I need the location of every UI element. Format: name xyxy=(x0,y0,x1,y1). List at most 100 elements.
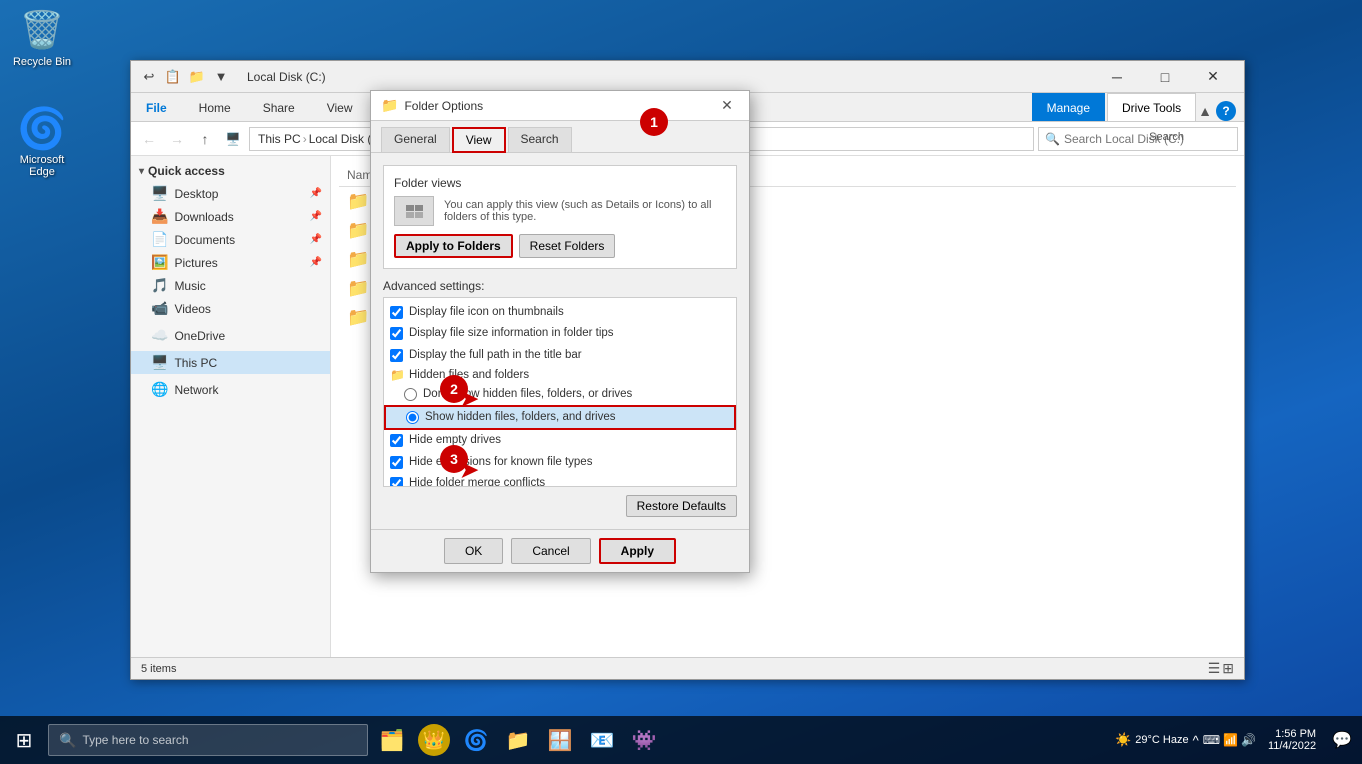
maximize-button[interactable]: □ xyxy=(1142,61,1188,93)
ribbon-collapse[interactable]: ▲ xyxy=(1198,103,1212,119)
sidebar-item-network[interactable]: 🌐 Network xyxy=(131,378,330,401)
taskbar-wifi-icon[interactable]: 📶 xyxy=(1223,733,1238,747)
tab-manage[interactable]: Manage xyxy=(1032,93,1105,121)
taskbar-network-icon[interactable]: ^ xyxy=(1193,733,1199,748)
ribbon-help[interactable]: ? xyxy=(1216,101,1236,121)
tab-view[interactable]: View xyxy=(312,93,368,121)
sidebar-item-pictures[interactable]: 🖼️ Pictures 📌 xyxy=(131,251,330,274)
taskbar-notification-icon[interactable]: 💬 xyxy=(1328,730,1356,750)
folder-icon-perflogs: 📁 xyxy=(347,307,369,328)
cancel-button[interactable]: Cancel xyxy=(511,538,590,564)
restore-defaults-button[interactable]: Restore Defaults xyxy=(626,495,737,517)
dialog-tab-view[interactable]: View xyxy=(452,127,506,153)
sidebar-item-music[interactable]: 🎵 Music xyxy=(131,274,330,297)
qat-folder[interactable]: 📁 xyxy=(187,67,207,87)
taskbar-icon-store[interactable]: 🪟 xyxy=(540,716,580,764)
tab-drive-tools[interactable]: Drive Tools xyxy=(1107,93,1196,121)
sidebar-item-onedrive[interactable]: ☁️ OneDrive xyxy=(131,324,330,347)
folder-icon-users: 📁 xyxy=(347,220,369,241)
sidebar-section-quickaccess: ▾ Quick access 🖥️ Desktop 📌 📥 Downloads … xyxy=(131,160,330,320)
details-view-btn[interactable]: ☰ xyxy=(1208,660,1221,677)
back-button[interactable]: ← xyxy=(137,127,161,151)
sidebar-item-downloads-label: Downloads xyxy=(174,210,233,224)
folder-options-dialog: 📁 Folder Options ✕ General View Search F… xyxy=(370,90,750,573)
checkbox-display-size[interactable] xyxy=(390,327,403,340)
minimize-button[interactable]: ─ xyxy=(1094,61,1140,93)
settings-list: Display file icon on thumbnails Display … xyxy=(383,297,737,487)
path-segment-thispc: This PC xyxy=(258,132,301,146)
taskbar-weather-icon: ☀️ xyxy=(1115,732,1131,748)
large-icons-view-btn[interactable]: ⊞ xyxy=(1222,660,1234,677)
recycle-bin-icon[interactable]: 🗑️ Recycle Bin xyxy=(2,2,82,72)
sidebar-item-onedrive-label: OneDrive xyxy=(174,329,225,343)
sidebar-item-documents-label: Documents xyxy=(174,233,235,247)
qat-properties[interactable]: 📋 xyxy=(163,67,183,87)
dialog-title: Folder Options xyxy=(404,99,715,113)
taskbar-weather-text: 29°C Haze xyxy=(1135,734,1188,746)
taskbar-right: ☀️ 29°C Haze ^ ⌨ 📶 🔊 1:56 PM 11/4/2022 💬 xyxy=(1115,728,1362,752)
network-icon: 🌐 xyxy=(151,381,168,398)
start-button[interactable]: ⊞ xyxy=(0,716,48,764)
sidebar-section-onedrive: ☁️ OneDrive xyxy=(131,324,330,347)
sidebar-item-documents[interactable]: 📄 Documents 📌 xyxy=(131,228,330,251)
sidebar-item-thispc[interactable]: 🖥️ This PC xyxy=(131,351,330,374)
sidebar-item-thispc-label: This PC xyxy=(174,356,217,370)
taskbar-search-icon: 🔍 xyxy=(59,732,76,749)
settings-item-show-hidden: Show hidden files, folders, and drives xyxy=(384,405,736,430)
checkbox-hide-merge[interactable] xyxy=(390,477,403,487)
settings-item-dont-show-hidden: Don't show hidden files, folders, or dri… xyxy=(384,384,736,405)
sidebar-item-videos[interactable]: 📹 Videos xyxy=(131,297,330,320)
settings-item-display-icon: Display file icon on thumbnails xyxy=(384,302,736,323)
apply-to-folders-button[interactable]: Apply to Folders xyxy=(394,234,513,258)
qat-back[interactable]: ↩ xyxy=(139,67,159,87)
close-button[interactable]: ✕ xyxy=(1190,61,1236,93)
view-buttons: ☰ ⊞ xyxy=(1208,660,1234,677)
taskbar-search-box[interactable]: 🔍 Type here to search xyxy=(48,724,368,756)
sidebar-item-network-label: Network xyxy=(174,383,218,397)
checkbox-hide-extensions[interactable] xyxy=(390,456,403,469)
window-title: Local Disk (C:) xyxy=(247,70,1094,84)
tab-home[interactable]: Home xyxy=(184,93,246,121)
reset-folders-button[interactable]: Reset Folders xyxy=(519,234,616,258)
desktop: 🗑️ Recycle Bin 🌀 Microsoft Edge ↩ 📋 📁 ▼ … xyxy=(0,0,1362,764)
search-box[interactable]: 🔍 xyxy=(1038,127,1238,151)
folder-icon-pfx86: 📁 xyxy=(347,249,369,270)
taskbar-icon-mail[interactable]: 📧 xyxy=(582,716,622,764)
sidebar-item-desktop[interactable]: 🖥️ Desktop 📌 xyxy=(131,182,330,205)
sidebar-header-quickaccess[interactable]: ▾ Quick access xyxy=(131,160,330,182)
checkbox-display-path[interactable] xyxy=(390,349,403,362)
radio-dont-show-hidden[interactable] xyxy=(404,388,417,401)
ok-button[interactable]: OK xyxy=(444,538,503,564)
forward-button[interactable]: → xyxy=(165,127,189,151)
taskbar-keyboard-icon: ⌨ xyxy=(1203,733,1220,747)
dialog-tab-general[interactable]: General xyxy=(381,127,450,152)
sidebar-item-downloads[interactable]: 📥 Downloads 📌 xyxy=(131,205,330,228)
desktop-folder-icon: 🖥️ xyxy=(151,185,168,202)
taskbar-pharaoh-icon[interactable]: 👑 xyxy=(414,716,454,764)
taskbar-volume-icon[interactable]: 🔊 xyxy=(1241,733,1256,747)
taskbar-icon-app[interactable]: 👾 xyxy=(624,716,664,764)
onedrive-icon: ☁️ xyxy=(151,327,168,344)
dialog-close-button[interactable]: ✕ xyxy=(715,94,739,118)
tab-file[interactable]: File xyxy=(131,93,182,121)
title-bar: ↩ 📋 📁 ▼ Local Disk (C:) ─ □ ✕ xyxy=(131,61,1244,93)
status-bar: 5 items ☰ ⊞ xyxy=(131,657,1244,679)
dialog-tab-search[interactable]: Search xyxy=(508,127,572,152)
radio-show-hidden[interactable] xyxy=(406,411,419,424)
taskbar-icon-edge[interactable]: 🌀 xyxy=(456,716,496,764)
taskbar-icon-taskview[interactable]: 🗂️ xyxy=(372,716,412,764)
pin-downloads: 📌 xyxy=(310,211,322,222)
taskbar-icon-folder[interactable]: 📁 xyxy=(498,716,538,764)
checkbox-hide-empty[interactable] xyxy=(390,434,403,447)
search-input[interactable] xyxy=(1064,132,1231,146)
taskbar-clock[interactable]: 1:56 PM 11/4/2022 xyxy=(1260,728,1324,752)
edge-desktop-icon[interactable]: 🌀 Microsoft Edge xyxy=(2,100,82,182)
qat-dropdown[interactable]: ▼ xyxy=(211,67,231,87)
hidden-group-folder-icon: 📁 xyxy=(390,368,405,382)
folder-view-buttons: Apply to Folders Reset Folders xyxy=(394,234,726,258)
checkbox-display-icon[interactable] xyxy=(390,306,403,319)
up-button[interactable]: ↑ xyxy=(193,127,217,151)
apply-button[interactable]: Apply xyxy=(599,538,676,564)
tab-share[interactable]: Share xyxy=(248,93,310,121)
badge-2: 2 xyxy=(440,375,468,403)
